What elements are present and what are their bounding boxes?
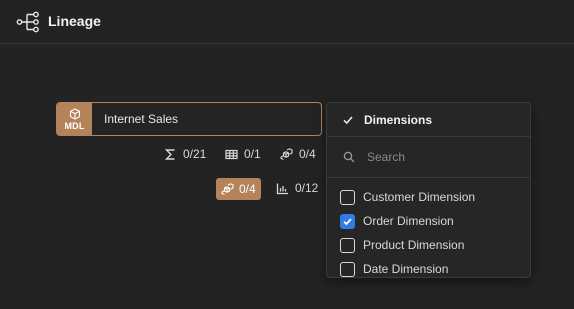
dimension-item-label: Order Dimension [363,214,454,228]
dimension-item-product[interactable]: Product Dimension [327,233,530,257]
model-name: Internet Sales [104,112,179,126]
model-node[interactable]: MDL Internet Sales [56,102,322,136]
app: Lineage MDL Internet Sales 0/21 0/1 0/4 … [0,0,574,309]
dimension-list: Customer Dimension Order Dimension Produ… [327,178,530,281]
checkbox[interactable] [340,237,355,253]
table-icon [225,149,238,159]
checkmark-icon [343,217,352,225]
search-icon [343,151,355,163]
dimensions-count[interactable]: 0/4 [280,147,316,161]
dimensions-dropdown: Dimensions Customer Dimension Order Dime… [326,102,531,278]
dimension-item-customer[interactable]: Customer Dimension [327,185,530,209]
metrics-count[interactable]: 0/12 [276,181,318,195]
measures-count[interactable]: 0/21 [164,147,206,161]
dimensions-count-label: 0/4 [299,147,316,161]
dimensions-filter-button[interactable]: 0/4 [216,178,261,200]
cubes-icon [221,182,234,195]
dimension-item-label: Product Dimension [363,238,465,252]
lineage-icon [16,11,39,33]
checkbox[interactable] [340,189,355,205]
checkbox[interactable] [340,261,355,277]
dimension-item-label: Customer Dimension [363,190,476,204]
search-input[interactable] [367,150,507,164]
dimension-item-label: Date Dimension [363,262,449,276]
cubes-icon [280,147,293,160]
check-icon [343,116,353,124]
dimension-item-order[interactable]: Order Dimension [327,209,530,233]
bar-chart-icon [276,183,288,194]
metrics-count-label: 0/12 [295,181,319,195]
dropdown-title: Dimensions [364,112,433,127]
dimension-item-date[interactable]: Date Dimension [327,257,530,281]
sigma-icon [164,148,175,160]
model-badge: MDL [57,103,92,135]
tables-count-label: 0/1 [244,147,261,161]
header: Lineage [0,0,574,44]
cube-icon [69,107,80,120]
dropdown-header[interactable]: Dimensions [327,103,530,137]
dimensions-filter-label: 0/4 [239,182,256,196]
page-title: Lineage [48,13,101,29]
checkbox-checked[interactable] [340,213,355,229]
measures-count-label: 0/21 [183,147,207,161]
tables-count[interactable]: 0/1 [225,147,261,161]
dropdown-search [327,137,530,178]
model-badge-label: MDL [64,120,85,131]
